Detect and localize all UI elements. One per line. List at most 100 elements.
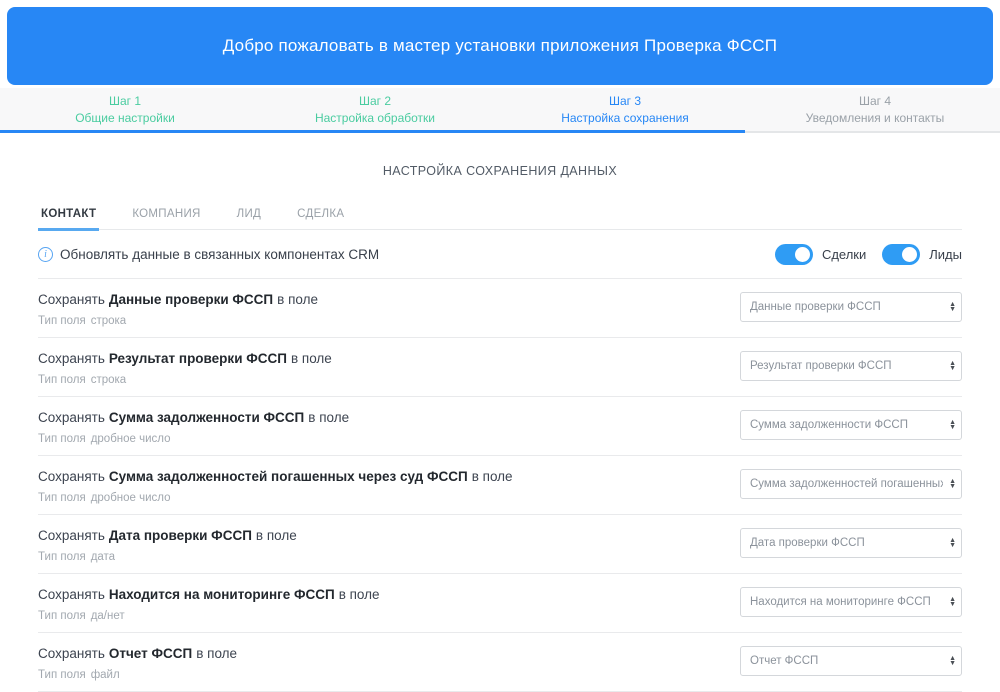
step-progress-indicator [0, 130, 745, 133]
field-type-prefix: Тип поля [38, 491, 86, 505]
field-mapping-row-6: Сохранять Отчет ФССП в поле Тип поля фай… [38, 633, 962, 692]
field-save-label: Сохранять Сумма задолженностей погашенны… [38, 468, 513, 486]
label-prefix: Сохранять [38, 645, 105, 663]
up-down-arrows-icon: ▲▼ [949, 538, 956, 548]
label-prefix: Сохранять [38, 409, 105, 427]
label-suffix: в поле [291, 350, 332, 368]
field-type-prefix: Тип поля [38, 668, 86, 682]
step-3-saving[interactable]: Шаг 3 Настройка сохранения [500, 88, 750, 131]
field-type-value: строка [91, 373, 127, 387]
up-down-arrows-icon: ▲▼ [949, 597, 956, 607]
field-save-label: Сохранять Результат проверки ФССП в поле [38, 350, 332, 368]
field-select[interactable]: Находится на мониторинге ФССП ▲▼ [740, 587, 962, 617]
field-save-label: Сохранять Сумма задолженности ФССП в пол… [38, 409, 349, 427]
field-save-label: Сохранять Отчет ФССП в поле [38, 645, 237, 663]
up-down-arrows-icon: ▲▼ [949, 656, 956, 666]
field-select-value: Находится на мониторинге ФССП [750, 596, 943, 608]
field-type-prefix: Тип поля [38, 373, 86, 387]
deals-toggle[interactable] [775, 244, 813, 265]
step-number: Шаг 2 [359, 94, 391, 108]
toggle-knob [900, 245, 919, 264]
field-name: Результат проверки ФССП [109, 350, 287, 368]
crm-update-row: i Обновлять данные в связанных компонент… [38, 230, 962, 279]
field-select[interactable]: Дата проверки ФССП ▲▼ [740, 528, 962, 558]
field-select[interactable]: Результат проверки ФССП ▲▼ [740, 351, 962, 381]
field-select[interactable]: Сумма задолженностей погашенных через су… [740, 469, 962, 499]
field-name: Отчет ФССП [109, 645, 192, 663]
field-mapping-list: Сохранять Данные проверки ФССП в поле Ти… [38, 279, 962, 692]
step-number: Шаг 1 [109, 94, 141, 108]
field-select[interactable]: Данные проверки ФССП ▲▼ [740, 292, 962, 322]
main-content: НАСТРОЙКА СОХРАНЕНИЯ ДАННЫХ КОНТАКТ КОМП… [38, 135, 962, 692]
field-type: Тип поля дата [38, 550, 297, 564]
field-type: Тип поля дробное число [38, 432, 349, 446]
step-label: Общие настройки [75, 111, 175, 125]
field-select-value: Данные проверки ФССП [750, 301, 943, 313]
leads-toggle-label: Лиды [929, 247, 962, 262]
tab-deal[interactable]: СДЕЛКА [294, 204, 347, 231]
crm-update-label: Обновлять данные в связанных компонентах… [60, 247, 379, 262]
label-suffix: в поле [256, 527, 297, 545]
label-suffix: в поле [196, 645, 237, 663]
field-type-prefix: Тип поля [38, 432, 86, 446]
field-name: Находится на мониторинге ФССП [109, 586, 335, 604]
info-circle-icon[interactable]: i [38, 247, 53, 262]
field-name: Сумма задолженностей погашенных через су… [109, 468, 468, 486]
field-type: Тип поля строка [38, 314, 318, 328]
field-select-value: Дата проверки ФССП [750, 537, 943, 549]
step-label: Уведомления и контакты [806, 111, 945, 125]
tab-lead[interactable]: ЛИД [234, 204, 265, 231]
label-prefix: Сохранять [38, 291, 105, 309]
field-select[interactable]: Отчет ФССП ▲▼ [740, 646, 962, 676]
field-type-value: дробное число [91, 432, 171, 446]
label-suffix: в поле [472, 468, 513, 486]
tab-company[interactable]: КОМПАНИЯ [129, 204, 203, 231]
field-mapping-row-1: Сохранять Результат проверки ФССП в поле… [38, 338, 962, 397]
wizard-banner: Добро пожаловать в мастер установки прил… [7, 7, 993, 85]
field-save-label: Сохранять Находится на мониторинге ФССП … [38, 586, 380, 604]
step-number: Шаг 4 [859, 94, 891, 108]
step-number: Шаг 3 [609, 94, 641, 108]
leads-toggle[interactable] [882, 244, 920, 265]
field-select-value: Результат проверки ФССП [750, 360, 943, 372]
field-select[interactable]: Сумма задолженности ФССП ▲▼ [740, 410, 962, 440]
field-select-value: Сумма задолженностей погашенных через су… [750, 478, 943, 490]
field-name: Данные проверки ФССП [109, 291, 273, 309]
field-mapping-row-3: Сохранять Сумма задолженностей погашенны… [38, 456, 962, 515]
field-name: Дата проверки ФССП [109, 527, 252, 545]
toggle-knob [793, 245, 812, 264]
wizard-title: Добро пожаловать в мастер установки прил… [223, 36, 777, 56]
label-prefix: Сохранять [38, 350, 105, 368]
up-down-arrows-icon: ▲▼ [949, 302, 956, 312]
up-down-arrows-icon: ▲▼ [949, 361, 956, 371]
field-mapping-row-5: Сохранять Находится на мониторинге ФССП … [38, 574, 962, 633]
step-bar: Шаг 1 Общие настройки Шаг 2 Настройка об… [0, 88, 1000, 133]
step-label: Настройка обработки [315, 111, 435, 125]
label-suffix: в поле [277, 291, 318, 309]
label-suffix: в поле [308, 409, 349, 427]
field-type-value: да/нет [91, 609, 125, 623]
field-type-value: файл [91, 668, 120, 682]
field-select-value: Сумма задолженности ФССП [750, 419, 943, 431]
up-down-arrows-icon: ▲▼ [949, 420, 956, 430]
tab-contact[interactable]: КОНТАКТ [38, 204, 99, 231]
field-save-label: Сохранять Данные проверки ФССП в поле [38, 291, 318, 309]
field-type-value: строка [91, 314, 127, 328]
entity-tabs: КОНТАКТ КОМПАНИЯ ЛИД СДЕЛКА [38, 204, 962, 230]
field-type-value: дробное число [91, 491, 171, 505]
field-save-label: Сохранять Дата проверки ФССП в поле [38, 527, 297, 545]
field-select-value: Отчет ФССП [750, 655, 943, 667]
page-title: НАСТРОЙКА СОХРАНЕНИЯ ДАННЫХ [38, 164, 962, 178]
step-4-notifications[interactable]: Шаг 4 Уведомления и контакты [750, 88, 1000, 131]
field-name: Сумма задолженности ФССП [109, 409, 304, 427]
step-label: Настройка сохранения [561, 111, 689, 125]
field-type-prefix: Тип поля [38, 314, 86, 328]
label-prefix: Сохранять [38, 586, 105, 604]
field-mapping-row-0: Сохранять Данные проверки ФССП в поле Ти… [38, 279, 962, 338]
field-type: Тип поля файл [38, 668, 237, 682]
field-mapping-row-2: Сохранять Сумма задолженности ФССП в пол… [38, 397, 962, 456]
step-1-general[interactable]: Шаг 1 Общие настройки [0, 88, 250, 131]
field-type-value: дата [91, 550, 115, 564]
step-2-processing[interactable]: Шаг 2 Настройка обработки [250, 88, 500, 131]
field-mapping-row-4: Сохранять Дата проверки ФССП в поле Тип … [38, 515, 962, 574]
